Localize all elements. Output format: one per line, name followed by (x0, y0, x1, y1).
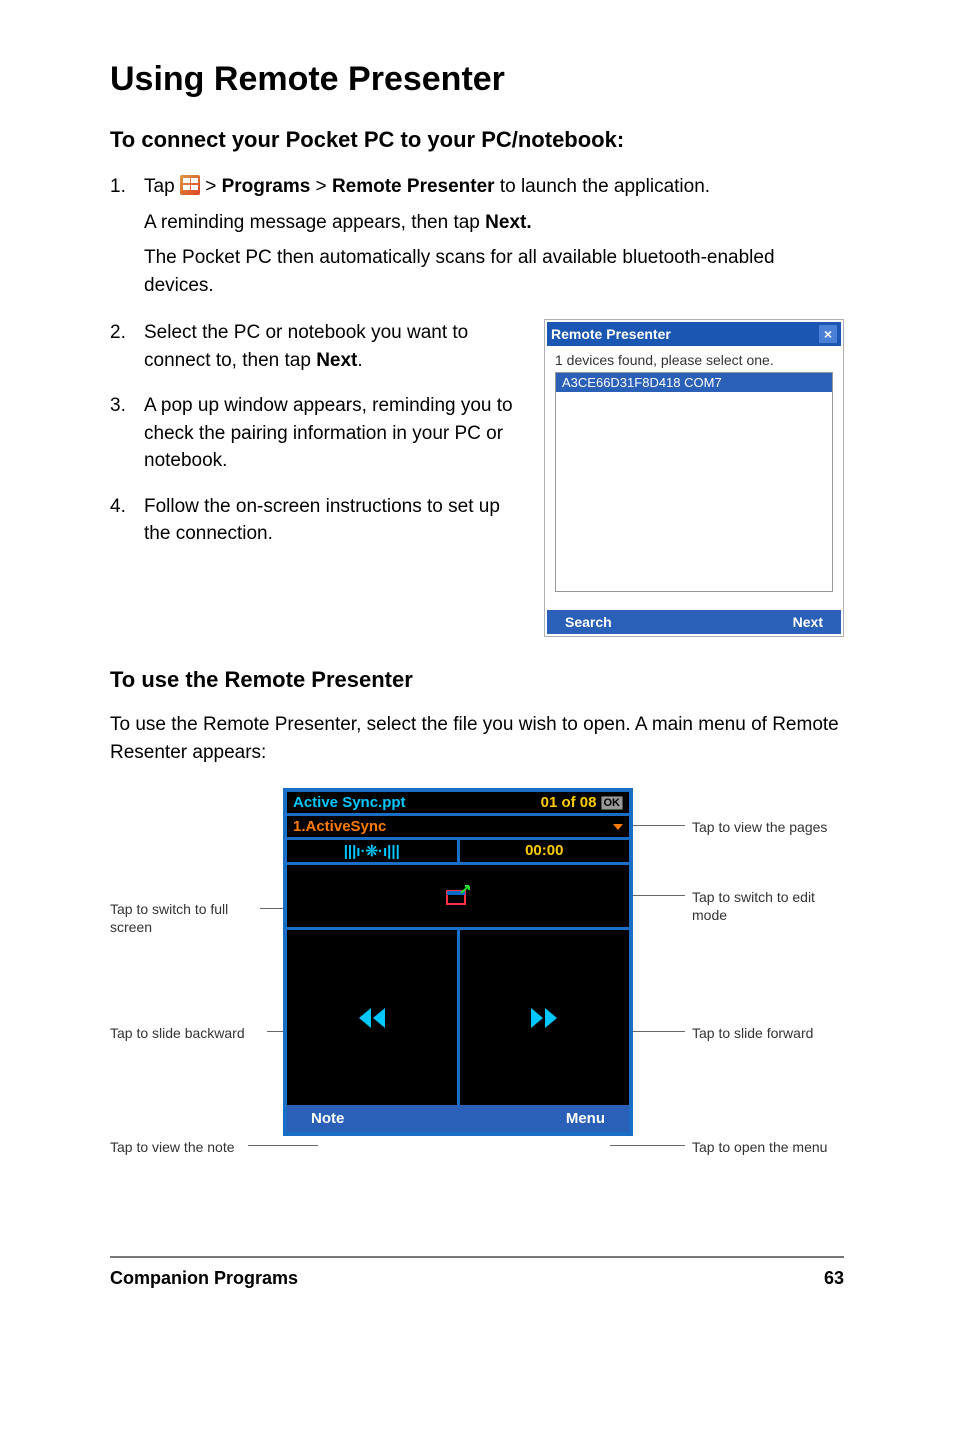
timer-display: 00:00 (460, 840, 630, 862)
menu-button[interactable]: Menu (566, 1110, 605, 1127)
chevron-down-icon (613, 824, 623, 830)
step-number: 1. (110, 173, 144, 307)
callout-slide-backward: Tap to slide backward (110, 1024, 275, 1042)
note-button[interactable]: Note (311, 1110, 344, 1127)
use-paragraph: To use the Remote Presenter, select the … (110, 711, 844, 766)
phone-filename: Active Sync.ppt (293, 794, 406, 811)
step-number: 3. (110, 392, 144, 483)
phone-page-indicator: 01 of 08OK (541, 794, 623, 811)
close-icon[interactable]: × (819, 325, 837, 343)
remote-presenter-diagram: Tap to switch to full screen Tap to slid… (110, 788, 844, 1208)
callout-slide-forward: Tap to slide forward (692, 1024, 813, 1042)
next-button[interactable]: Next (793, 614, 823, 630)
forward-icon (527, 1004, 561, 1032)
step1-line1: Tap > Programs > Remote Presenter to lau… (144, 173, 844, 201)
footer-page-number: 63 (824, 1268, 844, 1289)
step-number: 4. (110, 493, 144, 556)
bluetooth-indicator: |||ı·❊·ı||| (287, 840, 457, 862)
step3: A pop up window appears, reminding you t… (144, 392, 518, 475)
step1-line2: A reminding message appears, then tap Ne… (144, 209, 844, 237)
phone-slide-dropdown[interactable]: 1.ActiveSync (287, 816, 629, 837)
phone-mock: Active Sync.ppt 01 of 08OK 1.ActiveSync … (283, 788, 633, 1136)
callout-open-menu: Tap to open the menu (692, 1138, 827, 1156)
step2: Select the PC or notebook you want to co… (144, 319, 518, 374)
device-list[interactable]: A3CE66D31F8D418 COM7 (555, 372, 833, 592)
step4: Follow the on-screen instructions to set… (144, 493, 518, 548)
page-title: Using Remote Presenter (110, 60, 844, 99)
section-connect-heading: To connect your Pocket PC to your PC/not… (110, 127, 844, 153)
callout-view-note: Tap to view the note (110, 1138, 265, 1156)
slide-forward-button[interactable] (460, 930, 630, 1105)
device-list-item[interactable]: A3CE66D31F8D418 COM7 (556, 373, 832, 392)
step-number: 2. (110, 319, 144, 382)
search-button[interactable]: Search (565, 614, 612, 630)
fullscreen-icon (445, 885, 471, 907)
step1-line3: The Pocket PC then automatically scans f… (144, 244, 844, 299)
fullscreen-toggle[interactable] (287, 865, 629, 927)
callout-edit-mode: Tap to switch to edit mode (692, 888, 844, 924)
section-use-heading: To use the Remote Presenter (110, 667, 844, 693)
footer-section: Companion Programs (110, 1268, 298, 1289)
remote-presenter-dialog: Remote Presenter × 1 devices found, plea… (544, 319, 844, 637)
slide-backward-button[interactable] (287, 930, 457, 1105)
dialog-found-label: 1 devices found, please select one. (555, 352, 833, 368)
ok-button[interactable]: OK (601, 796, 624, 810)
start-icon (180, 175, 200, 195)
dialog-title-text: Remote Presenter (551, 326, 671, 342)
callout-full-screen: Tap to switch to full screen (110, 900, 260, 936)
callout-view-pages: Tap to view the pages (692, 818, 827, 836)
rewind-icon (355, 1004, 389, 1032)
